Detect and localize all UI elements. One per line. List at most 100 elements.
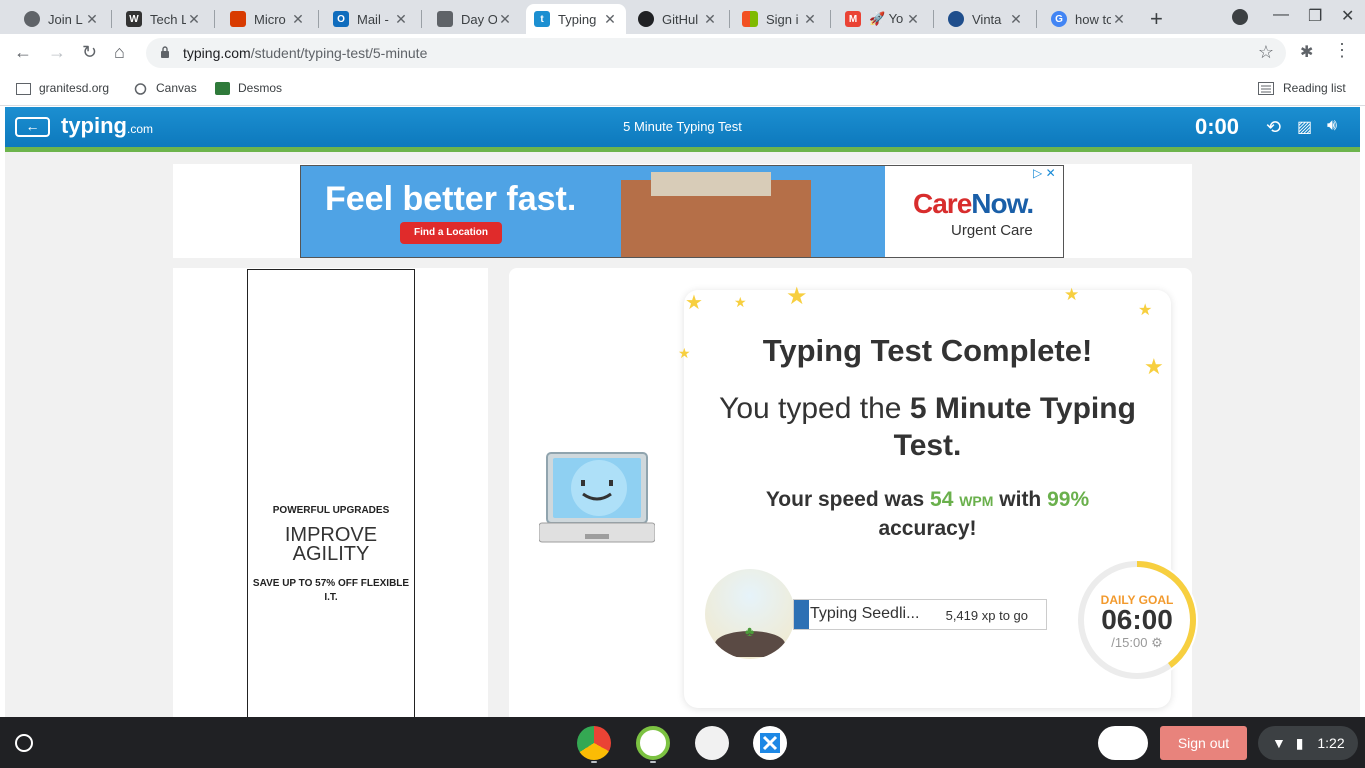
bookmark-label: Desmos bbox=[238, 81, 283, 95]
status-tray[interactable]: ▼ ▮ 1:22 bbox=[1258, 726, 1358, 760]
tab-signin[interactable]: Sign i ✕ bbox=[734, 4, 826, 34]
tab-tech[interactable]: W Tech L ✕ bbox=[118, 4, 210, 34]
result-test-name: You typed the 5 Minute Typing Test. bbox=[704, 390, 1151, 464]
ad-headline: Feel better fast. bbox=[325, 180, 577, 218]
volume-icon[interactable]: 🔊︎ bbox=[1327, 117, 1337, 135]
gear-icon[interactable]: ⚙ bbox=[1151, 635, 1163, 650]
side-ad-line2: IMPROVE AGILITY bbox=[284, 524, 378, 565]
tab-vintage[interactable]: Vinta ✕ bbox=[940, 4, 1032, 34]
tab-gmail[interactable]: M 🚀 Yo ✕ bbox=[837, 4, 929, 34]
bookmark-star-icon[interactable]: ☆ bbox=[1258, 42, 1274, 63]
ad-brand-care: Care bbox=[913, 188, 972, 219]
results-panel: ★ ★ ★ ★ ★ ★ ★ Typing Test Complete! You … bbox=[509, 268, 1198, 717]
ad-cta-button[interactable]: Find a Location bbox=[400, 222, 502, 244]
ad-brand-sub: Urgent Care bbox=[951, 222, 1033, 239]
wpm-unit: WPM bbox=[959, 493, 994, 509]
launcher-icon[interactable] bbox=[15, 734, 33, 752]
address-bar[interactable]: typing.com/student/typing-test/5-minute … bbox=[146, 38, 1286, 68]
sign-out-button[interactable]: Sign out bbox=[1160, 726, 1247, 760]
minimize-icon[interactable]: — bbox=[1273, 6, 1289, 24]
close-icon[interactable]: ✕ bbox=[290, 11, 306, 28]
new-tab-button[interactable]: + bbox=[1150, 6, 1163, 32]
back-icon[interactable]: ← bbox=[14, 42, 32, 63]
star-icon: ★ bbox=[1064, 285, 1080, 304]
reload-icon[interactable]: ↻ bbox=[82, 42, 97, 63]
close-icon[interactable]: ✕ bbox=[497, 11, 513, 28]
close-icon[interactable]: ✕ bbox=[393, 11, 409, 28]
bookmark-canvas[interactable]: Canvas bbox=[133, 81, 197, 95]
typing-icon: t bbox=[534, 11, 550, 27]
gmail-icon: M bbox=[845, 11, 861, 27]
reading-list-icon bbox=[1258, 81, 1274, 95]
microsoft-icon bbox=[742, 11, 758, 27]
canvas-icon bbox=[134, 82, 147, 95]
tab-mail[interactable]: O Mail - ✕ bbox=[325, 4, 417, 34]
speed-suffix: accuracy! bbox=[878, 517, 977, 540]
screen-capture-button[interactable] bbox=[1098, 726, 1148, 760]
laptop-mascot-icon bbox=[539, 452, 655, 543]
extensions-icon[interactable]: ✱ bbox=[1300, 42, 1313, 62]
tab-title: Sign i bbox=[766, 11, 799, 27]
ad-choices-icon[interactable]: ▷ ✕ bbox=[1033, 166, 1056, 180]
bookmark-granitesd[interactable]: granitesd.org bbox=[16, 81, 109, 95]
url-path: /student/typing-test/5-minute bbox=[250, 45, 428, 61]
star-icon: ★ bbox=[1138, 302, 1153, 319]
tab-search-icon[interactable] bbox=[1232, 9, 1248, 25]
forward-icon[interactable]: → bbox=[48, 42, 66, 63]
close-icon[interactable]: ✕ bbox=[602, 11, 618, 28]
history-icon[interactable]: ⟲ bbox=[1266, 117, 1281, 138]
ad-building-sign bbox=[651, 172, 771, 196]
close-icon[interactable]: ✕ bbox=[905, 11, 921, 28]
close-icon[interactable]: ✕ bbox=[802, 11, 818, 28]
tab-title: Join L bbox=[48, 11, 83, 27]
bookmark-desmos[interactable]: Desmos bbox=[215, 81, 282, 95]
globe-icon bbox=[24, 11, 40, 27]
close-icon[interactable]: ✕ bbox=[186, 11, 202, 28]
daily-goal-time: 06:00 bbox=[1101, 604, 1173, 635]
chrome-icon[interactable] bbox=[577, 726, 611, 760]
reading-list-button[interactable]: Reading list bbox=[1258, 81, 1346, 95]
reading-list-label: Reading list bbox=[1283, 81, 1346, 95]
timer-app-icon[interactable] bbox=[636, 726, 670, 760]
star-icon: ★ bbox=[734, 294, 747, 310]
ad-container-side: POWERFUL UPGRADES IMPROVE AGILITY SAVE U… bbox=[173, 268, 488, 717]
xp-level-name: Typing Seedli... bbox=[810, 605, 920, 622]
tab-github[interactable]: GitHul ✕ bbox=[630, 4, 726, 34]
ad-banner[interactable]: Feel better fast. Find a Location CareNo… bbox=[300, 165, 1064, 258]
home-icon[interactable]: ⌂ bbox=[114, 42, 125, 63]
desmos-icon bbox=[215, 81, 230, 95]
wpm-value: 54 bbox=[930, 488, 954, 511]
close-icon[interactable]: ✕ bbox=[1008, 11, 1024, 28]
dots-app-icon[interactable] bbox=[695, 726, 729, 760]
office-icon bbox=[230, 11, 246, 27]
browser-menu-icon[interactable]: ⋮ bbox=[1333, 40, 1351, 61]
seedling-icon: ♣ bbox=[745, 623, 755, 639]
ad-brand-now: Now. bbox=[971, 188, 1034, 219]
tab-microsoft[interactable]: Micro ✕ bbox=[222, 4, 314, 34]
tab-typing[interactable]: t Typing ✕ bbox=[526, 4, 626, 34]
keyboard-off-icon[interactable]: ▨ bbox=[1297, 117, 1312, 137]
close-icon[interactable]: ✕ bbox=[702, 11, 718, 28]
star-icon: ★ bbox=[786, 283, 808, 310]
header-accent-bar bbox=[5, 147, 1360, 152]
tab-howto[interactable]: G how to ✕ bbox=[1043, 4, 1135, 34]
speed-prefix: Your speed was bbox=[765, 488, 931, 511]
window-close-icon[interactable]: ✕ bbox=[1341, 6, 1354, 26]
tab-title: Typing bbox=[558, 11, 597, 27]
github-icon bbox=[638, 11, 654, 27]
xp-progress-bar: Typing Seedli... 5,419 xp to go bbox=[793, 599, 1047, 630]
close-icon[interactable]: ✕ bbox=[84, 11, 100, 28]
bookmarks-bar: granitesd.org Canvas Desmos Reading list bbox=[0, 72, 1365, 106]
close-icon[interactable]: ✕ bbox=[1111, 11, 1127, 28]
side-ad[interactable]: POWERFUL UPGRADES IMPROVE AGILITY SAVE U… bbox=[247, 269, 415, 717]
typed-prefix: You typed the bbox=[719, 392, 910, 425]
daily-goal-widget[interactable]: DAILY GOAL 06:00 /15:00 ⚙ bbox=[1076, 559, 1198, 681]
restore-icon[interactable]: ❐ bbox=[1308, 6, 1322, 26]
tab-title: how to bbox=[1075, 11, 1111, 27]
tab-day[interactable]: Day O ✕ bbox=[429, 4, 521, 34]
x-app-icon[interactable] bbox=[753, 726, 787, 760]
page-title: 5 Minute Typing Test bbox=[623, 119, 742, 134]
ksl-icon bbox=[948, 11, 964, 27]
tab-join[interactable]: Join L ✕ bbox=[16, 4, 108, 34]
xp-to-go: 5,419 xp to go bbox=[945, 608, 1028, 623]
